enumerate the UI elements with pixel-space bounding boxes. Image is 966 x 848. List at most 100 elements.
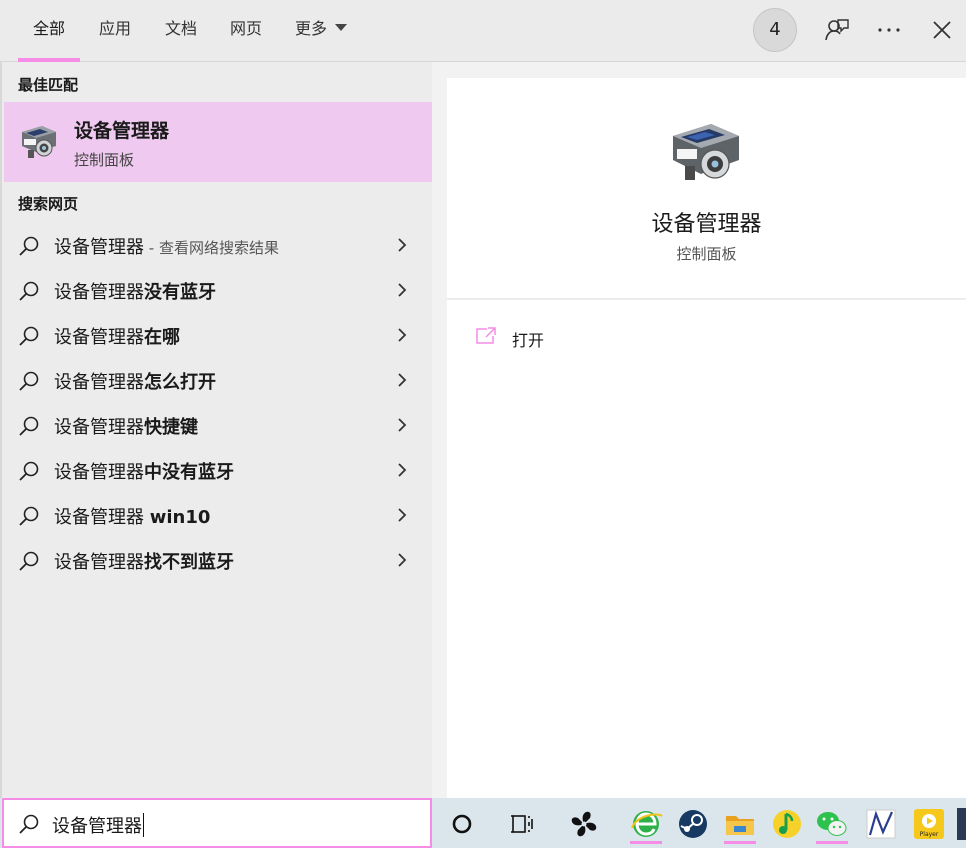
search-tab-bar: 全部 应用 文档 网页 更多 4 <box>0 0 966 62</box>
search-icon <box>19 506 39 526</box>
suggestion-text: 设备管理器怎么打开 <box>54 368 216 394</box>
device-manager-large-icon <box>667 116 745 186</box>
search-value-text: 设备管理器 <box>52 816 142 837</box>
web-search-heading: 搜索网页 <box>18 195 79 213</box>
suggestion-bold: win10 <box>149 507 211 528</box>
active-indicator <box>724 841 756 844</box>
web-search-suggestion[interactable]: 设备管理器找不到蓝牙 <box>4 538 434 583</box>
suggestion-base: 设备管理器 <box>54 552 144 573</box>
suggestion-text: 设备管理器 win10 <box>54 503 210 529</box>
tab-documents[interactable]: 文档 <box>156 0 206 62</box>
suggestion-bold: 找不到蓝牙 <box>144 552 234 573</box>
rewards-count: 4 <box>769 19 781 40</box>
search-icon <box>19 371 39 391</box>
suggestion-bold: 没有蓝牙 <box>144 282 216 303</box>
web-search-suggestion[interactable]: 设备管理器没有蓝牙 <box>4 268 434 313</box>
tab-more[interactable]: 更多 <box>287 0 355 62</box>
search-icon <box>19 326 39 346</box>
chevron-right-icon[interactable] <box>394 551 410 569</box>
chevron-right-icon[interactable] <box>394 236 410 254</box>
tab-web[interactable]: 网页 <box>221 0 271 62</box>
device-manager-icon <box>18 120 60 162</box>
feedback-icon[interactable] <box>822 15 852 45</box>
search-icon <box>19 814 39 834</box>
wechat-icon[interactable] <box>812 804 852 844</box>
suggestion-bold: 快捷键 <box>144 417 198 438</box>
suggestion-base: 设备管理器 <box>54 237 144 258</box>
more-icon[interactable] <box>874 15 904 45</box>
tab-more-label: 更多 <box>294 19 327 38</box>
search-icon <box>19 236 39 256</box>
search-value: 设备管理器 <box>52 812 144 839</box>
tab-apps[interactable]: 应用 <box>90 0 140 62</box>
chevron-right-icon[interactable] <box>394 281 410 299</box>
rewards-badge[interactable]: 4 <box>753 8 797 52</box>
text-caret <box>143 813 144 837</box>
detail-divider <box>447 298 966 300</box>
cortana-icon[interactable] <box>442 804 482 844</box>
suggestion-bold: 在哪 <box>144 327 180 348</box>
suggestion-base: 设备管理器 <box>54 327 144 348</box>
suggestion-text: 设备管理器 - 查看网络搜索结果 <box>54 233 279 259</box>
graph-app-icon[interactable] <box>861 804 901 844</box>
browser-icon[interactable] <box>626 804 666 844</box>
web-search-suggestion[interactable]: 设备管理器 win10 <box>4 493 434 538</box>
partial-app-icon[interactable] <box>957 808 966 840</box>
suggestion-text: 设备管理器没有蓝牙 <box>54 278 216 304</box>
tab-documents-label: 文档 <box>164 19 197 38</box>
search-icon <box>19 461 39 481</box>
active-indicator <box>816 841 848 844</box>
tab-web-label: 网页 <box>229 19 262 38</box>
suggestion-base: 设备管理器 <box>54 462 144 483</box>
open-action[interactable]: 打开 <box>475 324 675 354</box>
best-match-subtitle: 控制面板 <box>74 151 135 169</box>
suggestion-text: 设备管理器快捷键 <box>54 413 198 439</box>
music-app-icon[interactable] <box>767 804 807 844</box>
tab-all-label: 全部 <box>32 19 65 38</box>
active-indicator <box>630 841 662 844</box>
open-action-label: 打开 <box>512 331 545 350</box>
suggestion-text: 设备管理器找不到蓝牙 <box>54 548 234 574</box>
detail-pane: 设备管理器 控制面板 打开 <box>432 62 966 798</box>
video-player-icon[interactable]: Player <box>909 804 949 844</box>
chevron-right-icon[interactable] <box>394 416 410 434</box>
detail-subtitle: 控制面板 <box>676 245 737 263</box>
taskbar: 设备管理器 Player <box>0 798 966 848</box>
chevron-down-icon <box>335 24 347 31</box>
suggestion-text: 设备管理器中没有蓝牙 <box>54 458 234 484</box>
suggestion-bold: 怎么打开 <box>144 372 216 393</box>
search-input[interactable]: 设备管理器 <box>2 798 432 848</box>
best-match-result[interactable]: 设备管理器 控制面板 <box>4 102 434 182</box>
close-icon[interactable] <box>927 15 957 45</box>
search-icon <box>19 281 39 301</box>
file-explorer-icon[interactable] <box>720 804 760 844</box>
chevron-right-icon[interactable] <box>394 326 410 344</box>
player-label: Player <box>920 831 939 838</box>
open-icon <box>476 327 496 344</box>
suggestion-base: 设备管理器 <box>54 507 150 528</box>
detail-card: 设备管理器 控制面板 打开 <box>447 78 966 798</box>
web-search-suggestion[interactable]: 设备管理器 - 查看网络搜索结果 <box>4 223 434 268</box>
task-view-icon[interactable] <box>502 804 542 844</box>
web-search-suggestion[interactable]: 设备管理器在哪 <box>4 313 434 358</box>
suggestion-base: 设备管理器 <box>54 372 144 393</box>
best-match-title: 设备管理器 <box>74 120 170 142</box>
web-search-suggestion[interactable]: 设备管理器中没有蓝牙 <box>4 448 434 493</box>
chevron-right-icon[interactable] <box>394 371 410 389</box>
detail-title: 设备管理器 <box>651 212 762 237</box>
steam-icon[interactable] <box>673 804 713 844</box>
tab-apps-label: 应用 <box>98 19 131 38</box>
chevron-right-icon[interactable] <box>394 461 410 479</box>
fan-app-icon[interactable] <box>564 804 604 844</box>
suggestion-bold: 中没有蓝牙 <box>144 462 234 483</box>
web-search-suggestion[interactable]: 设备管理器怎么打开 <box>4 358 434 403</box>
chevron-right-icon[interactable] <box>394 506 410 524</box>
suggestion-base: 设备管理器 <box>54 282 144 303</box>
tab-all[interactable]: 全部 <box>18 0 80 62</box>
results-pane: 最佳匹配 设备管理器 控制面板 搜索网页 设备管理器 - 查看网络搜索结果 设备管… <box>0 62 434 798</box>
search-icon <box>19 551 39 571</box>
web-search-suggestion[interactable]: 设备管理器快捷键 <box>4 403 434 448</box>
suggestion-base: 设备管理器 <box>54 417 144 438</box>
best-match-heading: 最佳匹配 <box>18 76 79 94</box>
search-icon <box>19 416 39 436</box>
